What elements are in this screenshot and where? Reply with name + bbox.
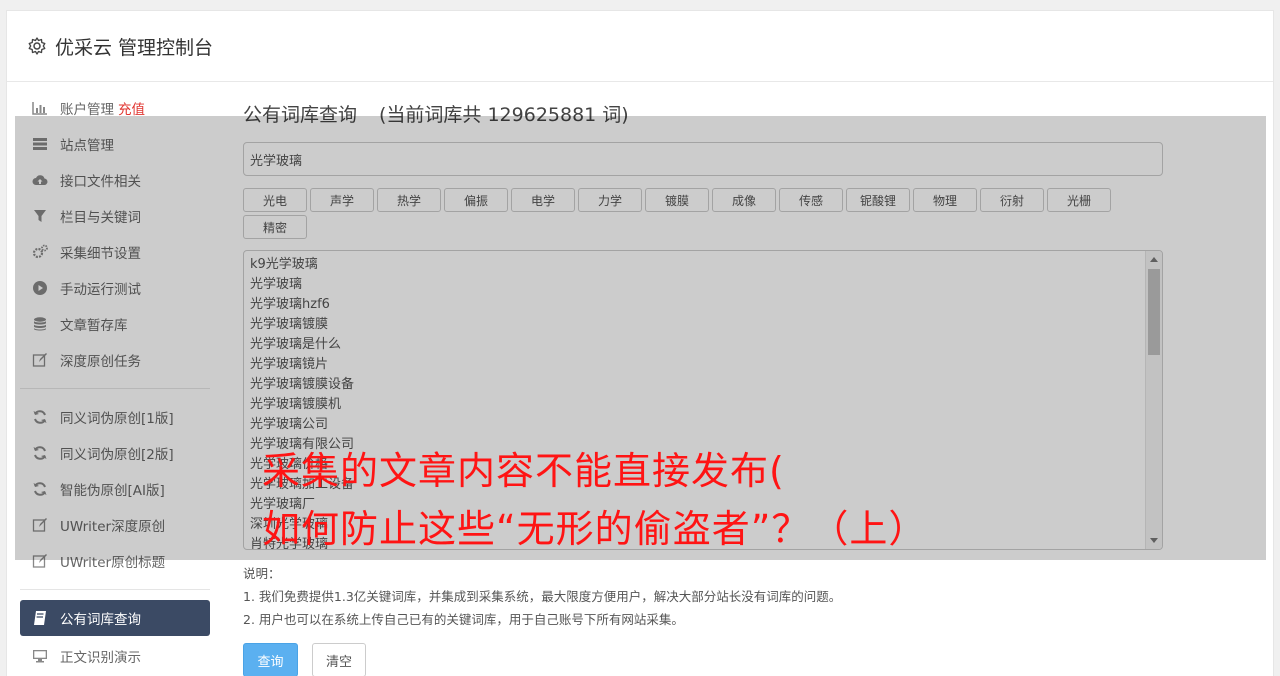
clear-button[interactable]: 清空: [312, 643, 366, 676]
overlay-caption-line2: 如何防止这些“无形的偷盗者”？（上）: [262, 507, 928, 551]
monitor-icon: [32, 648, 48, 664]
sidebar-divider: [20, 589, 210, 590]
overlay-caption-line1: 采集的文章内容不能直接发布(: [262, 449, 785, 493]
bar-chart-icon: [32, 100, 48, 116]
sidebar-item-public-lexicon[interactable]: 公有词库查询: [20, 600, 210, 636]
sidebar-item-label: 账户管理: [60, 102, 114, 118]
notes-title: 说明：: [243, 566, 281, 581]
recharge-link[interactable]: 充值: [118, 98, 145, 118]
console-title: 优采云 管理控制台: [55, 36, 214, 59]
gear-icon: [28, 37, 46, 55]
sidebar-item-label: 公有词库查询: [60, 612, 141, 628]
console-header: 优采云 管理控制台: [7, 11, 1273, 82]
book-icon: [32, 610, 48, 626]
sidebar-item-body-detection[interactable]: 正文识别演示: [20, 638, 210, 674]
action-buttons: 查询 清空: [243, 643, 1163, 676]
note-line: 2. 用户也可以在系统上传自己已有的关键词库，用于自己账号下所有网站采集。: [243, 612, 684, 627]
usage-notes: 说明： 1. 我们免费提供1.3亿关键词库，并集成到采集系统，最大限度方便用户，…: [243, 562, 1163, 631]
note-line: 1. 我们免费提供1.3亿关键词库，并集成到采集系统，最大限度方便用户，解决大部…: [243, 589, 842, 604]
sidebar-item-label: 正文识别演示: [60, 650, 141, 666]
query-button[interactable]: 查询: [243, 643, 298, 676]
